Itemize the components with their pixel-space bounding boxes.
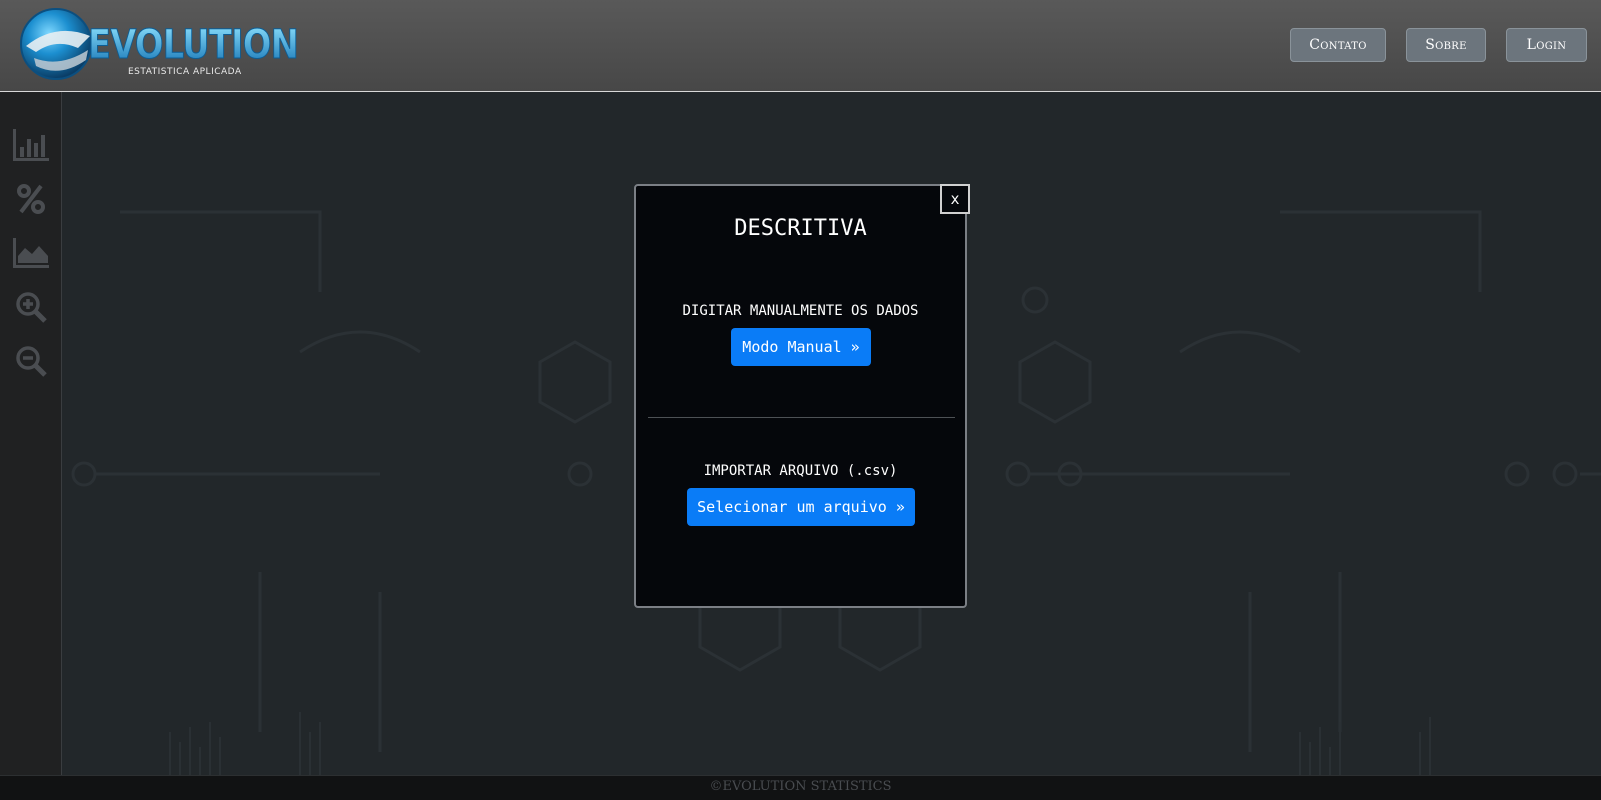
nav-contato-button[interactable]: Contato [1290, 28, 1386, 62]
footer: ©EVOLUTION STATISTICS [0, 775, 1601, 800]
modal-title: DESCRITIVA [734, 216, 867, 241]
modal-divider [648, 417, 955, 418]
select-file-button[interactable]: Selecionar um arquivo » [687, 488, 915, 526]
footer-copyright: ©EVOLUTION STATISTICS [709, 779, 892, 794]
logo-wordmark: EVOLUTION [88, 22, 298, 68]
manual-entry-label: DIGITAR MANUALMENTE OS DADOS [682, 303, 919, 319]
descritiva-modal: x DESCRITIVA DIGITAR MANUALMENTE OS DADO… [634, 184, 970, 608]
manual-mode-button[interactable]: Modo Manual » [731, 328, 871, 366]
top-navbar: EVOLUTION ESTATISTICA APLICADA Contato S… [0, 0, 1601, 92]
nav-login-button[interactable]: Login [1506, 28, 1587, 62]
zoom-in-icon[interactable] [12, 288, 50, 326]
area-chart-icon[interactable] [12, 234, 50, 272]
modal-close-button[interactable]: x [940, 184, 970, 214]
nav-sobre-button[interactable]: Sobre [1406, 28, 1486, 62]
zoom-out-icon[interactable] [12, 342, 50, 380]
evolution-logo[interactable]: EVOLUTION ESTATISTICA APLICADA [16, 6, 306, 82]
left-sidebar [0, 92, 62, 775]
percent-icon[interactable] [12, 180, 50, 218]
bar-chart-icon[interactable] [12, 126, 50, 164]
import-file-label: IMPORTAR ARQUIVO (.csv) [703, 463, 898, 479]
logo-tagline: ESTATISTICA APLICADA [128, 67, 242, 77]
